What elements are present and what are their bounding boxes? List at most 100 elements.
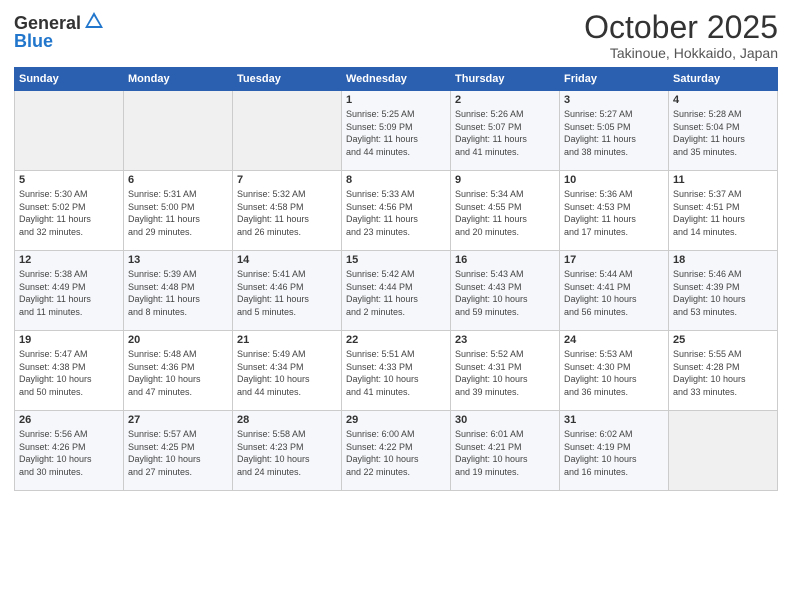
calendar-cell	[669, 411, 778, 491]
cell-content: Sunrise: 5:53 AM Sunset: 4:30 PM Dayligh…	[564, 348, 664, 398]
day-number: 5	[19, 174, 119, 186]
cell-content: Sunrise: 5:49 AM Sunset: 4:34 PM Dayligh…	[237, 348, 337, 398]
cell-content: Sunrise: 5:27 AM Sunset: 5:05 PM Dayligh…	[564, 108, 664, 158]
day-header-friday: Friday	[560, 68, 669, 91]
cell-content: Sunrise: 5:46 AM Sunset: 4:39 PM Dayligh…	[673, 268, 773, 318]
day-number: 16	[455, 254, 555, 266]
calendar-cell: 24 Sunrise: 5:53 AM Sunset: 4:30 PM Dayli…	[560, 331, 669, 411]
day-header-thursday: Thursday	[451, 68, 560, 91]
day-number: 23	[455, 334, 555, 346]
title-block: October 2025 Takinoue, Hokkaido, Japan	[584, 10, 778, 61]
day-header-monday: Monday	[124, 68, 233, 91]
cell-content: Sunrise: 6:01 AM Sunset: 4:21 PM Dayligh…	[455, 428, 555, 478]
cell-content: Sunrise: 5:52 AM Sunset: 4:31 PM Dayligh…	[455, 348, 555, 398]
calendar-cell: 13Sunrise: 5:39 AM Sunset: 4:48 PM Dayli…	[124, 251, 233, 331]
day-number: 22	[346, 334, 446, 346]
day-number: 8	[346, 174, 446, 186]
day-number: 4	[673, 94, 773, 106]
calendar-cell: 6 Sunrise: 5:31 AM Sunset: 5:00 PM Daylig…	[124, 171, 233, 251]
calendar-cell: 27 Sunrise: 5:57 AM Sunset: 4:25 PM Dayli…	[124, 411, 233, 491]
calendar-cell: 30 Sunrise: 6:01 AM Sunset: 4:21 PM Dayli…	[451, 411, 560, 491]
day-number: 6	[128, 174, 228, 186]
calendar-cell: 17Sunrise: 5:44 AM Sunset: 4:41 PM Dayli…	[560, 251, 669, 331]
cell-content: Sunrise: 5:48 AM Sunset: 4:36 PM Dayligh…	[128, 348, 228, 398]
day-number: 27	[128, 414, 228, 426]
day-number: 2	[455, 94, 555, 106]
cell-content: Sunrise: 5:38 AM Sunset: 4:49 PM Dayligh…	[19, 268, 119, 318]
day-number: 19	[19, 334, 119, 346]
calendar-cell: 16 Sunrise: 5:43 AM Sunset: 4:43 PM Dayli…	[451, 251, 560, 331]
day-number: 14	[237, 254, 337, 266]
calendar-cell: 19Sunrise: 5:47 AM Sunset: 4:38 PM Dayli…	[15, 331, 124, 411]
cell-content: Sunrise: 5:51 AM Sunset: 4:33 PM Dayligh…	[346, 348, 446, 398]
cell-content: Sunrise: 5:41 AM Sunset: 4:46 PM Dayligh…	[237, 268, 337, 318]
calendar-cell: 29 Sunrise: 6:00 AM Sunset: 4:22 PM Dayli…	[342, 411, 451, 491]
calendar-cell: 9 Sunrise: 5:34 AM Sunset: 4:55 PM Daylig…	[451, 171, 560, 251]
calendar-cell: 20 Sunrise: 5:48 AM Sunset: 4:36 PM Dayli…	[124, 331, 233, 411]
day-number: 3	[564, 94, 664, 106]
day-number: 17	[564, 254, 664, 266]
cell-content: Sunrise: 5:30 AM Sunset: 5:02 PM Dayligh…	[19, 188, 119, 238]
day-number: 29	[346, 414, 446, 426]
calendar-cell: 5 Sunrise: 5:30 AM Sunset: 5:02 PM Daylig…	[15, 171, 124, 251]
cell-content: Sunrise: 5:56 AM Sunset: 4:26 PM Dayligh…	[19, 428, 119, 478]
calendar-cell: 26Sunrise: 5:56 AM Sunset: 4:26 PM Dayli…	[15, 411, 124, 491]
day-header-sunday: Sunday	[15, 68, 124, 91]
day-number: 28	[237, 414, 337, 426]
day-number: 24	[564, 334, 664, 346]
calendar-header-row: SundayMondayTuesdayWednesdayThursdayFrid…	[15, 68, 778, 91]
cell-content: Sunrise: 5:37 AM Sunset: 4:51 PM Dayligh…	[673, 188, 773, 238]
cell-content: Sunrise: 5:28 AM Sunset: 5:04 PM Dayligh…	[673, 108, 773, 158]
calendar-cell	[233, 91, 342, 171]
cell-content: Sunrise: 5:39 AM Sunset: 4:48 PM Dayligh…	[128, 268, 228, 318]
calendar-week-row: 26Sunrise: 5:56 AM Sunset: 4:26 PM Dayli…	[15, 411, 778, 491]
calendar-table: SundayMondayTuesdayWednesdayThursdayFrid…	[14, 67, 778, 491]
calendar-week-row: 5 Sunrise: 5:30 AM Sunset: 5:02 PM Daylig…	[15, 171, 778, 251]
day-number: 25	[673, 334, 773, 346]
cell-content: Sunrise: 5:55 AM Sunset: 4:28 PM Dayligh…	[673, 348, 773, 398]
cell-content: Sunrise: 5:31 AM Sunset: 5:00 PM Dayligh…	[128, 188, 228, 238]
calendar-cell	[15, 91, 124, 171]
cell-content: Sunrise: 5:57 AM Sunset: 4:25 PM Dayligh…	[128, 428, 228, 478]
main-container: General Blue October 2025 Takinoue, Hokk…	[0, 0, 792, 501]
day-number: 20	[128, 334, 228, 346]
cell-content: Sunrise: 5:32 AM Sunset: 4:58 PM Dayligh…	[237, 188, 337, 238]
day-number: 1	[346, 94, 446, 106]
calendar-week-row: 12 Sunrise: 5:38 AM Sunset: 4:49 PM Dayli…	[15, 251, 778, 331]
calendar-cell: 22 Sunrise: 5:51 AM Sunset: 4:33 PM Dayli…	[342, 331, 451, 411]
cell-content: Sunrise: 6:00 AM Sunset: 4:22 PM Dayligh…	[346, 428, 446, 478]
calendar-cell: 7 Sunrise: 5:32 AM Sunset: 4:58 PM Daylig…	[233, 171, 342, 251]
day-header-wednesday: Wednesday	[342, 68, 451, 91]
calendar-cell: 3 Sunrise: 5:27 AM Sunset: 5:05 PM Daylig…	[560, 91, 669, 171]
cell-content: Sunrise: 5:42 AM Sunset: 4:44 PM Dayligh…	[346, 268, 446, 318]
day-number: 30	[455, 414, 555, 426]
cell-content: Sunrise: 5:36 AM Sunset: 4:53 PM Dayligh…	[564, 188, 664, 238]
day-number: 21	[237, 334, 337, 346]
calendar-cell: 11Sunrise: 5:37 AM Sunset: 4:51 PM Dayli…	[669, 171, 778, 251]
month-title: October 2025	[584, 10, 778, 45]
logo-icon	[83, 10, 105, 37]
day-number: 31	[564, 414, 664, 426]
day-header-saturday: Saturday	[669, 68, 778, 91]
day-number: 7	[237, 174, 337, 186]
calendar-cell: 21 Sunrise: 5:49 AM Sunset: 4:34 PM Dayli…	[233, 331, 342, 411]
cell-content: Sunrise: 5:26 AM Sunset: 5:07 PM Dayligh…	[455, 108, 555, 158]
day-number: 9	[455, 174, 555, 186]
day-number: 15	[346, 254, 446, 266]
day-number: 10	[564, 174, 664, 186]
calendar-cell: 4 Sunrise: 5:28 AM Sunset: 5:04 PM Daylig…	[669, 91, 778, 171]
cell-content: Sunrise: 6:02 AM Sunset: 4:19 PM Dayligh…	[564, 428, 664, 478]
logo-blue: Blue	[14, 31, 53, 52]
calendar-cell: 14 Sunrise: 5:41 AM Sunset: 4:46 PM Dayli…	[233, 251, 342, 331]
calendar-cell	[124, 91, 233, 171]
day-number: 12	[19, 254, 119, 266]
cell-content: Sunrise: 5:25 AM Sunset: 5:09 PM Dayligh…	[346, 108, 446, 158]
calendar-week-row: 19Sunrise: 5:47 AM Sunset: 4:38 PM Dayli…	[15, 331, 778, 411]
cell-content: Sunrise: 5:43 AM Sunset: 4:43 PM Dayligh…	[455, 268, 555, 318]
day-number: 18	[673, 254, 773, 266]
calendar-week-row: 1 Sunrise: 5:25 AM Sunset: 5:09 PM Daylig…	[15, 91, 778, 171]
calendar-cell: 15 Sunrise: 5:42 AM Sunset: 4:44 PM Dayli…	[342, 251, 451, 331]
location-title: Takinoue, Hokkaido, Japan	[584, 45, 778, 61]
calendar-cell: 31 Sunrise: 6:02 AM Sunset: 4:19 PM Dayli…	[560, 411, 669, 491]
cell-content: Sunrise: 5:34 AM Sunset: 4:55 PM Dayligh…	[455, 188, 555, 238]
